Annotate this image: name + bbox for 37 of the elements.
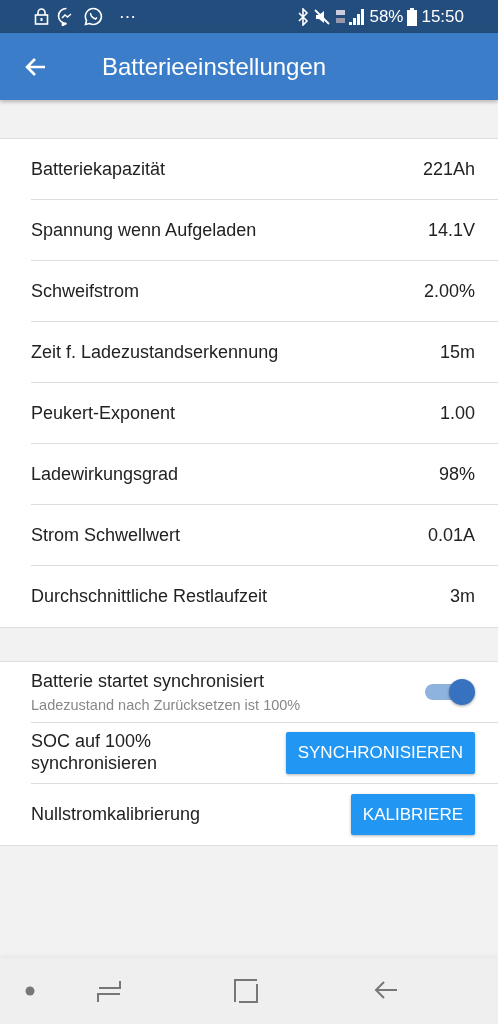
setting-value: 1.00 [439, 401, 475, 425]
setting-value: 221Ah [422, 157, 475, 181]
setting-label: Schweifstrom [31, 279, 140, 303]
setting-value: 98% [438, 462, 475, 486]
setting-value: 0.01A [427, 523, 475, 547]
setting-description: Ladezustand nach Zurücksetzen ist 100% [31, 695, 301, 715]
setting-label: Zeit f. Ladezustandserkennung [31, 340, 279, 364]
action-button[interactable]: SYNCHRONISIEREN [285, 732, 475, 774]
more-indicator: ⋯ [119, 5, 136, 28]
mute-icon [313, 7, 332, 26]
setting-label: Batterie startet synchronisiert [31, 669, 266, 693]
bluetooth-icon [297, 7, 310, 26]
battery-icon [407, 7, 418, 26]
setting-label: SOC auf 100% synchronisieren [31, 731, 158, 775]
setting-value: 3m [450, 585, 475, 608]
lock-icon [34, 8, 49, 25]
chat-icon [84, 7, 103, 26]
setting-label: Peukert-Exponent [31, 401, 176, 425]
setting-label: Batteriekapazität [31, 157, 166, 181]
setting-value: 2.00% [423, 279, 475, 303]
toggle-switch[interactable] [423, 679, 475, 705]
clock: 15:50 [421, 5, 464, 28]
setting-label: Durchschnittliche Restlaufzeit [31, 585, 268, 608]
battery-percentage: 58% [369, 5, 404, 28]
setting-label: Ladewirkungsgrad [31, 462, 179, 486]
setting-label: Spannung wenn Aufgeladen [31, 218, 257, 242]
setting-value: 14.1V [427, 218, 475, 242]
recent-apps-icon[interactable] [97, 979, 121, 1003]
screen-title: Batterieeinstellungen [102, 51, 327, 82]
back-icon[interactable] [24, 56, 46, 77]
action-button[interactable]: KALIBRIERE [350, 793, 475, 836]
dot-icon[interactable] [25, 986, 35, 996]
signal-icon [335, 7, 366, 26]
setting-value: 15m [440, 340, 475, 364]
home-icon[interactable] [234, 979, 258, 1003]
setting-label: Nullstromkalibrierung [31, 803, 201, 826]
setting-label: Strom Schwellwert [31, 523, 181, 547]
